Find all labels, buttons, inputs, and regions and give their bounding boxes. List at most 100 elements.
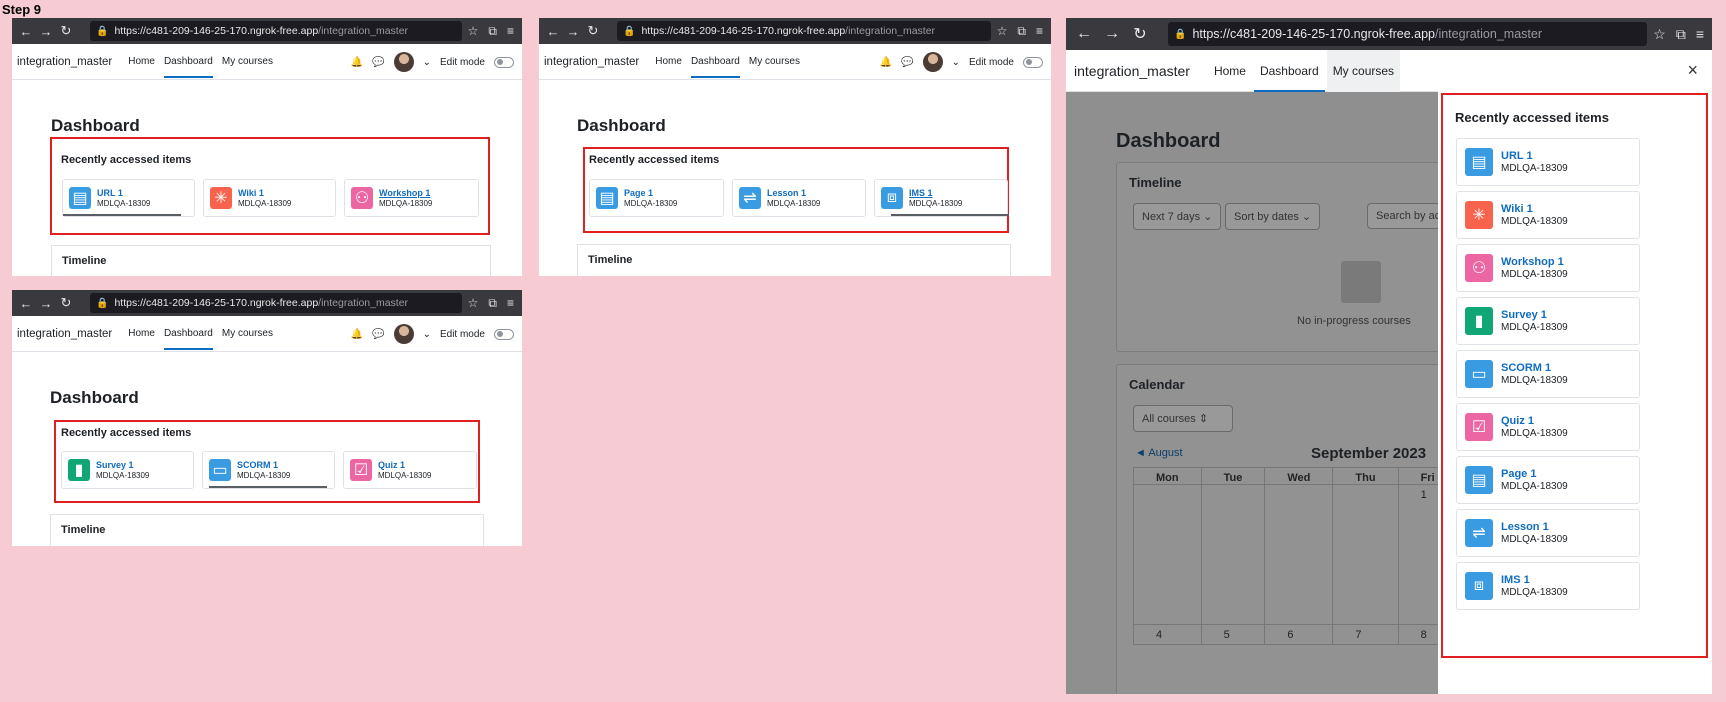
- nav-my-courses[interactable]: My courses: [749, 45, 800, 78]
- avatar[interactable]: [393, 324, 414, 344]
- avatar[interactable]: [393, 52, 414, 72]
- notification-bell-icon[interactable]: 🔔: [351, 329, 363, 340]
- item-name[interactable]: Page 1: [624, 188, 677, 198]
- menu-icon[interactable]: ≡: [1036, 24, 1043, 39]
- address-bar[interactable]: 🔒 https://c481-209-146-25-170.ngrok-free…: [90, 21, 462, 41]
- menu-icon[interactable]: ≡: [507, 24, 514, 39]
- prev-month-link[interactable]: ◄ August: [1135, 447, 1183, 459]
- item-name[interactable]: Workshop 1: [379, 188, 432, 198]
- chevron-down-icon[interactable]: ⌄: [952, 57, 960, 68]
- bookmark-star-icon[interactable]: ☆: [997, 24, 1008, 39]
- nav-home[interactable]: Home: [1208, 50, 1252, 92]
- messages-icon[interactable]: 💬: [901, 57, 913, 68]
- recent-item[interactable]: ⇌ Lesson 1 MDLQA-18309: [1456, 509, 1640, 557]
- chevron-down-icon[interactable]: ⌄: [423, 57, 431, 68]
- address-bar[interactable]: 🔒 https://c481-209-146-25-170.ngrok-free…: [617, 21, 991, 41]
- reload-icon[interactable]: ↻: [583, 23, 603, 39]
- calendar-day[interactable]: 4: [1133, 624, 1202, 645]
- recent-item[interactable]: ⇌ Lesson 1 MDLQA-18309: [732, 179, 866, 217]
- edit-mode-toggle[interactable]: [494, 56, 514, 68]
- menu-icon[interactable]: ≡: [507, 296, 514, 311]
- nav-dashboard[interactable]: Dashboard: [163, 45, 213, 78]
- nav-home[interactable]: Home: [655, 45, 682, 78]
- recent-item[interactable]: ▮ Survey 1 MDLQA-18309: [1456, 297, 1640, 345]
- menu-icon[interactable]: ≡: [1696, 26, 1704, 43]
- nav-my-courses[interactable]: My courses: [1326, 49, 1401, 92]
- back-icon[interactable]: ←: [1070, 25, 1098, 43]
- extensions-icon[interactable]: ⧉: [1676, 26, 1686, 43]
- recent-item[interactable]: ▤ URL 1 MDLQA-18309: [1456, 138, 1640, 186]
- item-name[interactable]: Quiz 1: [378, 460, 431, 470]
- forward-icon[interactable]: →: [36, 24, 56, 39]
- nav-my-courses[interactable]: My courses: [222, 45, 273, 78]
- nav-dashboard[interactable]: Dashboard: [1253, 50, 1325, 92]
- avatar[interactable]: [922, 52, 943, 72]
- back-icon[interactable]: ←: [16, 296, 36, 311]
- extensions-icon[interactable]: ⧉: [488, 296, 497, 311]
- filter-days-select[interactable]: Next 7 days ⌄: [1133, 203, 1222, 230]
- recent-item[interactable]: ☑ Quiz 1 MDLQA-18309: [1456, 403, 1640, 451]
- notification-bell-icon[interactable]: 🔔: [351, 57, 363, 68]
- forward-icon[interactable]: →: [563, 24, 583, 39]
- site-brand[interactable]: integration_master: [1074, 63, 1190, 79]
- site-brand[interactable]: integration_master: [17, 328, 112, 340]
- item-name[interactable]: Lesson 1: [767, 188, 820, 198]
- recent-item[interactable]: ✳ Wiki 1 MDLQA-18309: [203, 179, 336, 217]
- item-name[interactable]: IMS 1: [909, 188, 962, 198]
- item-name[interactable]: Survey 1: [96, 460, 149, 470]
- item-name[interactable]: Wiki 1: [238, 188, 291, 198]
- address-bar[interactable]: 🔒 https://c481-209-146-25-170.ngrok-free…: [90, 293, 462, 313]
- item-name[interactable]: Survey 1: [1501, 309, 1568, 321]
- item-name[interactable]: Workshop 1: [1501, 256, 1568, 268]
- address-bar[interactable]: 🔒 https://c481-209-146-25-170.ngrok-free…: [1168, 22, 1648, 46]
- recent-item[interactable]: ▤ URL 1 MDLQA-18309: [62, 179, 195, 217]
- messages-icon[interactable]: 💬: [372, 57, 384, 68]
- extensions-icon[interactable]: ⧉: [488, 24, 497, 39]
- item-name[interactable]: SCORM 1: [1501, 362, 1568, 374]
- recent-item[interactable]: ⧈ IMS 1 MDLQA-18309: [1456, 562, 1640, 610]
- recent-item[interactable]: ⚇ Workshop 1 MDLQA-18309: [1456, 244, 1640, 292]
- nav-home[interactable]: Home: [128, 45, 155, 78]
- extensions-icon[interactable]: ⧉: [1017, 24, 1026, 39]
- bookmark-star-icon[interactable]: ☆: [468, 296, 479, 311]
- calendar-day[interactable]: 5: [1200, 624, 1266, 645]
- nav-dashboard[interactable]: Dashboard: [163, 317, 213, 350]
- course-filter-select[interactable]: All courses ⇕: [1133, 405, 1233, 432]
- chevron-down-icon[interactable]: ⌄: [423, 329, 431, 340]
- messages-icon[interactable]: 💬: [372, 329, 384, 340]
- sort-select[interactable]: Sort by dates ⌄: [1225, 203, 1321, 230]
- edit-mode-toggle[interactable]: [494, 328, 514, 340]
- reload-icon[interactable]: ↻: [56, 23, 76, 39]
- recent-item[interactable]: ✳ Wiki 1 MDLQA-18309: [1456, 191, 1640, 239]
- recent-item[interactable]: ▤ Page 1 MDLQA-18309: [1456, 456, 1640, 504]
- reload-icon[interactable]: ↻: [1126, 24, 1154, 44]
- recent-item[interactable]: ▭ SCORM 1 MDLQA-18309: [202, 451, 335, 489]
- calendar-day[interactable]: 6: [1264, 624, 1334, 645]
- close-drawer-icon[interactable]: ×: [1687, 60, 1698, 81]
- recent-item[interactable]: ▭ SCORM 1 MDLQA-18309: [1456, 350, 1640, 398]
- item-name[interactable]: URL 1: [97, 188, 150, 198]
- site-brand[interactable]: integration_master: [17, 56, 112, 68]
- recent-item[interactable]: ☑ Quiz 1 MDLQA-18309: [343, 451, 477, 489]
- nav-my-courses[interactable]: My courses: [222, 317, 273, 350]
- bookmark-star-icon[interactable]: ☆: [468, 24, 479, 39]
- back-icon[interactable]: ←: [543, 24, 563, 39]
- reload-icon[interactable]: ↻: [56, 295, 76, 311]
- item-name[interactable]: Quiz 1: [1501, 415, 1568, 427]
- item-name[interactable]: Wiki 1: [1501, 203, 1568, 215]
- bookmark-star-icon[interactable]: ☆: [1653, 26, 1666, 43]
- recent-item[interactable]: ▮ Survey 1 MDLQA-18309: [61, 451, 194, 489]
- recent-item[interactable]: ⧈ IMS 1 MDLQA-18309: [874, 179, 1009, 217]
- nav-home[interactable]: Home: [128, 317, 155, 350]
- notification-bell-icon[interactable]: 🔔: [880, 57, 892, 68]
- recent-item[interactable]: ⚇ Workshop 1 MDLQA-18309: [344, 179, 479, 217]
- edit-mode-toggle[interactable]: [1023, 56, 1043, 68]
- back-icon[interactable]: ←: [16, 24, 36, 39]
- site-brand[interactable]: integration_master: [544, 56, 639, 68]
- nav-dashboard[interactable]: Dashboard: [690, 45, 740, 78]
- forward-icon[interactable]: →: [36, 296, 56, 311]
- item-name[interactable]: IMS 1: [1501, 574, 1568, 586]
- item-name[interactable]: URL 1: [1501, 150, 1568, 162]
- calendar-day[interactable]: 7: [1332, 624, 1399, 645]
- item-name[interactable]: SCORM 1: [237, 460, 290, 470]
